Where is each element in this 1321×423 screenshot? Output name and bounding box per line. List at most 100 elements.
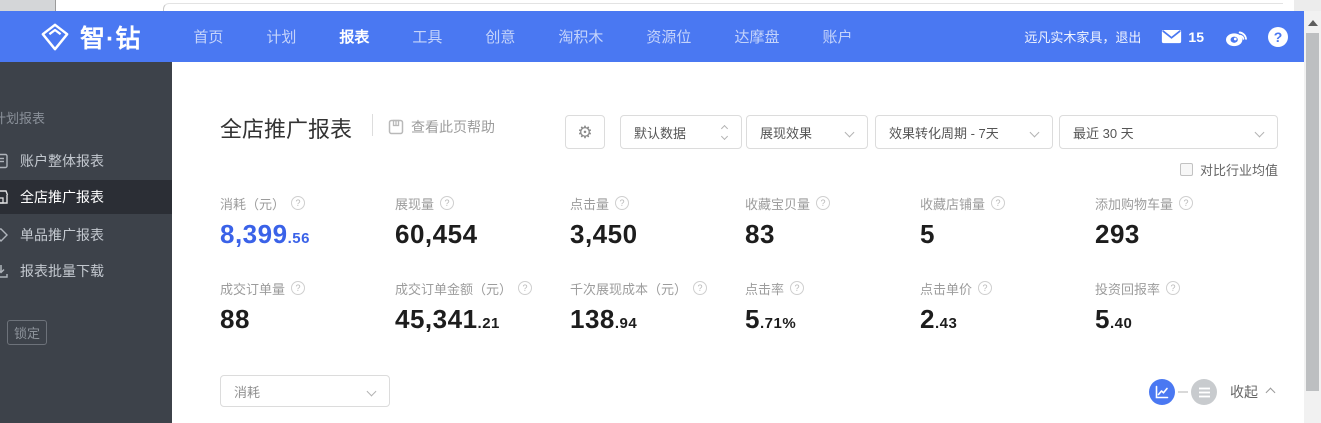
chevron-up-icon	[1265, 387, 1276, 397]
nav-item-damopan[interactable]: 达摩盘	[734, 26, 779, 47]
question-icon[interactable]	[991, 196, 1006, 210]
page-help-link[interactable]: 查看此页帮助	[388, 117, 495, 137]
metric-cell-orders: 成交订单量 88	[220, 279, 395, 340]
help-icon[interactable]	[1268, 26, 1288, 47]
navbar-right-cluster: 远凡实木家具，退出 15	[1024, 26, 1288, 47]
sidebar-section-label: 计划报表	[0, 111, 46, 126]
view-switcher: 收起	[1149, 379, 1276, 405]
metric-value: 5	[920, 219, 935, 249]
compare-industry-toggle[interactable]: 对比行业均值	[1179, 160, 1278, 179]
mail-button[interactable]: 15	[1161, 29, 1204, 45]
table-view-button[interactable]	[1191, 379, 1217, 405]
metric-value: 45,341.21	[395, 304, 500, 334]
vertical-scrollbar[interactable]	[1304, 11, 1321, 423]
metric-cell-item-favorites: 收藏宝贝量 83	[745, 194, 920, 255]
settings-button[interactable]: ⚙	[565, 115, 605, 149]
account-logout-link[interactable]: 远凡实木家具，退出	[1024, 27, 1141, 46]
scrollbar-thumb[interactable]	[1306, 33, 1319, 391]
metric-cell-ctr: 点击率 5.71%	[745, 279, 920, 340]
question-icon[interactable]	[291, 196, 306, 210]
nav-item-report[interactable]: 报表	[339, 26, 369, 47]
sidebar-item-label: 全店推广报表	[20, 189, 104, 205]
question-icon[interactable]	[816, 196, 831, 210]
chart-metric-select[interactable]: 消耗	[220, 375, 390, 407]
sidebar: 计划报表 账户整体报表 全店推广报表 单品推广报表 报表批量下载 锁定	[0, 62, 172, 423]
nav-item-tools[interactable]: 工具	[412, 26, 442, 47]
question-icon[interactable]	[1166, 281, 1181, 295]
metric-value: 5.40	[1095, 304, 1133, 334]
manual-icon	[388, 119, 404, 135]
metric-cell-roi: 投资回报率 5.40	[1095, 279, 1270, 340]
browser-strip	[0, 0, 1321, 12]
metric-cell-cpm: 千次展现成本（元） 138.94	[570, 279, 745, 340]
collapse-link[interactable]: 收起	[1230, 382, 1276, 402]
date-range-value: 最近 30 天	[1073, 125, 1134, 141]
nav-item-plan[interactable]: 计划	[266, 26, 296, 47]
chevron-down-icon	[844, 127, 855, 137]
metric-cell-shop-favorites: 收藏店铺量 5	[920, 194, 1095, 255]
nav-item-home[interactable]: 首页	[193, 26, 223, 47]
sidebar-item-item-report[interactable]: 单品推广报表	[0, 218, 172, 252]
top-navbar: 智·钻 首页 计划 报表 工具 创意 淘积木 资源位 达摩盘 账户 远凡实木家具…	[0, 11, 1304, 62]
metric-label: 展现量	[395, 196, 435, 212]
sidebar-item-batch-download[interactable]: 报表批量下载	[0, 254, 172, 288]
data-source-value: 默认数据	[634, 125, 687, 141]
metric-label: 消耗（元）	[220, 196, 286, 212]
main-nav: 首页 计划 报表 工具 创意 淘积木 资源位 达摩盘 账户	[193, 26, 852, 47]
question-icon[interactable]	[978, 281, 993, 295]
metric-label: 添加购物车量	[1095, 196, 1174, 212]
list-icon	[1198, 387, 1210, 397]
metric-label: 点击率	[745, 281, 785, 297]
chevron-down-icon	[366, 386, 377, 396]
app-logo-text: 智·钻	[80, 24, 142, 53]
question-icon[interactable]	[440, 196, 455, 210]
nav-item-taojimu[interactable]: 淘积木	[558, 26, 603, 47]
question-icon[interactable]	[790, 281, 805, 295]
metric-value: 88	[220, 304, 250, 334]
question-icon[interactable]	[1179, 196, 1194, 210]
nav-item-resource-slot[interactable]: 资源位	[646, 26, 691, 47]
data-source-select[interactable]: 默认数据	[620, 115, 742, 149]
effect-select[interactable]: 展现效果	[746, 115, 868, 149]
metric-label: 成交订单金额（元）	[395, 281, 513, 297]
nav-item-creative[interactable]: 创意	[485, 26, 515, 47]
title-divider	[372, 114, 373, 136]
metric-value: 60,454	[395, 219, 478, 249]
sorter-icon	[720, 124, 729, 140]
metric-cell-clicks: 点击量 3,450	[570, 194, 745, 255]
metric-label: 千次展现成本（元）	[570, 281, 688, 297]
browser-strip-right	[1294, 0, 1321, 11]
question-icon[interactable]	[291, 281, 306, 295]
metric-label: 投资回报率	[1095, 281, 1161, 297]
weibo-icon[interactable]	[1224, 27, 1248, 47]
metric-value: 293	[1095, 219, 1140, 249]
chevron-down-icon	[1029, 127, 1040, 137]
question-icon[interactable]	[518, 281, 533, 295]
sidebar-item-label: 单品推广报表	[20, 227, 104, 243]
app-logo[interactable]: 智·钻	[40, 19, 141, 55]
compare-checkbox[interactable]	[1179, 163, 1193, 176]
metric-value: 83	[745, 219, 775, 249]
metric-value: 8,399.56	[220, 219, 310, 249]
metric-cell-order-amount: 成交订单金额（元） 45,341.21	[395, 279, 570, 340]
tag-icon	[0, 228, 8, 242]
metric-label: 收藏店铺量	[920, 196, 986, 212]
page-help-label: 查看此页帮助	[411, 119, 495, 135]
conversion-cycle-select[interactable]: 效果转化周期 - 7天	[875, 115, 1053, 149]
scroll-up-arrow[interactable]	[1308, 20, 1318, 26]
mail-count-badge: 15	[1188, 28, 1204, 45]
sidebar-item-store-report[interactable]: 全店推广报表	[0, 180, 172, 214]
question-icon[interactable]	[693, 281, 708, 295]
nav-item-account[interactable]: 账户	[822, 26, 852, 47]
conversion-cycle-value: 效果转化周期 - 7天	[889, 125, 999, 141]
question-icon[interactable]	[615, 196, 630, 210]
lock-button[interactable]: 锁定	[7, 320, 47, 345]
date-range-select[interactable]: 最近 30 天	[1059, 115, 1278, 149]
metric-cell-impressions: 展现量 60,454	[395, 194, 570, 255]
compare-checkbox-label: 对比行业均值	[1199, 163, 1278, 178]
collapse-label: 收起	[1230, 384, 1258, 400]
store-icon	[0, 190, 9, 204]
sidebar-item-account-report[interactable]: 账户整体报表	[0, 144, 172, 178]
chart-view-button[interactable]	[1149, 379, 1175, 405]
chevron-down-icon	[1254, 127, 1265, 137]
